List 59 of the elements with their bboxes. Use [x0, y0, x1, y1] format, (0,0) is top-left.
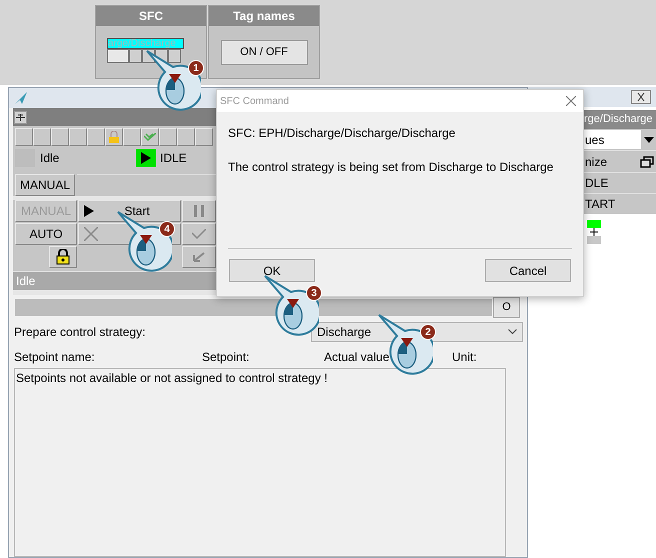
sfc-path-text: SFC: EPH/Discharge/Discharge/Discharge [228, 125, 456, 142]
tool-button[interactable] [87, 128, 105, 146]
command-text: TART [585, 196, 616, 213]
chevron-down-icon [508, 329, 517, 335]
restore-window-icon[interactable] [640, 156, 654, 168]
optimize-label: nize [585, 154, 608, 170]
prepare-label: Prepare control strategy: [14, 324, 146, 341]
tool-button[interactable] [69, 128, 87, 146]
lock-button[interactable] [49, 246, 77, 268]
sfc-step-button[interactable] [168, 49, 181, 63]
pause-button[interactable] [182, 200, 216, 222]
app-logo-icon [15, 92, 27, 104]
close-icon[interactable] [566, 96, 576, 106]
toggle-button[interactable]: ON / OFF [220, 40, 308, 65]
state-code: IDLE [159, 150, 187, 167]
tool-button[interactable] [15, 128, 33, 146]
column-header: Setpoint name: [14, 349, 96, 366]
ok-button[interactable]: OK [229, 259, 315, 282]
padlock-icon [109, 131, 119, 143]
undo-button[interactable] [182, 246, 216, 268]
state-text: Idle [39, 150, 60, 167]
pause-icon [194, 205, 204, 217]
tool-button[interactable] [123, 128, 141, 146]
check-icon [144, 133, 156, 141]
play-icon [84, 205, 94, 217]
column-header: Unit: [452, 349, 477, 366]
check-icon [192, 229, 206, 239]
mode-label: MANUAL [15, 174, 75, 196]
tool-button[interactable] [177, 128, 195, 146]
state-text: DLE [585, 175, 608, 192]
lock-tool-button[interactable] [105, 128, 123, 146]
close-icon[interactable] [631, 90, 651, 104]
pin-icon[interactable] [14, 110, 27, 124]
tool-button[interactable] [51, 128, 69, 146]
mouse-click-tooltip [263, 275, 319, 338]
start-button[interactable]: Start [78, 200, 181, 222]
dialog-message: The control strategy is being set from Discharge to Discharge [228, 159, 554, 176]
tool-button[interactable] [159, 128, 177, 146]
cancel-button[interactable]: Cancel [485, 259, 571, 282]
tool-button[interactable] [195, 128, 213, 146]
padlock-icon [56, 249, 70, 265]
play-icon [141, 152, 151, 164]
column-header: Actual value [324, 349, 390, 366]
column-header: Setpoint: [202, 349, 250, 366]
cross-icon [84, 227, 98, 241]
sfc-step-button[interactable] [129, 49, 142, 63]
dialog-title: SFC Command [220, 94, 289, 108]
sfc-step-drawing [587, 220, 601, 244]
sfc-step-button[interactable] [107, 49, 129, 63]
check-tool-button[interactable] [141, 128, 159, 146]
panel-title: SFC [96, 6, 206, 26]
confirm-button[interactable] [182, 223, 216, 245]
undo-arrow-icon [192, 251, 206, 263]
counter-button[interactable]: O [493, 296, 520, 318]
tool-button[interactable] [33, 128, 51, 146]
empty-list-message: Setpoints not available or not assigned to control strategy ! [16, 371, 328, 385]
status-text: Idle [16, 273, 36, 290]
panel-title: Tag names [209, 6, 319, 26]
mode-button[interactable]: AUTO [15, 223, 77, 245]
